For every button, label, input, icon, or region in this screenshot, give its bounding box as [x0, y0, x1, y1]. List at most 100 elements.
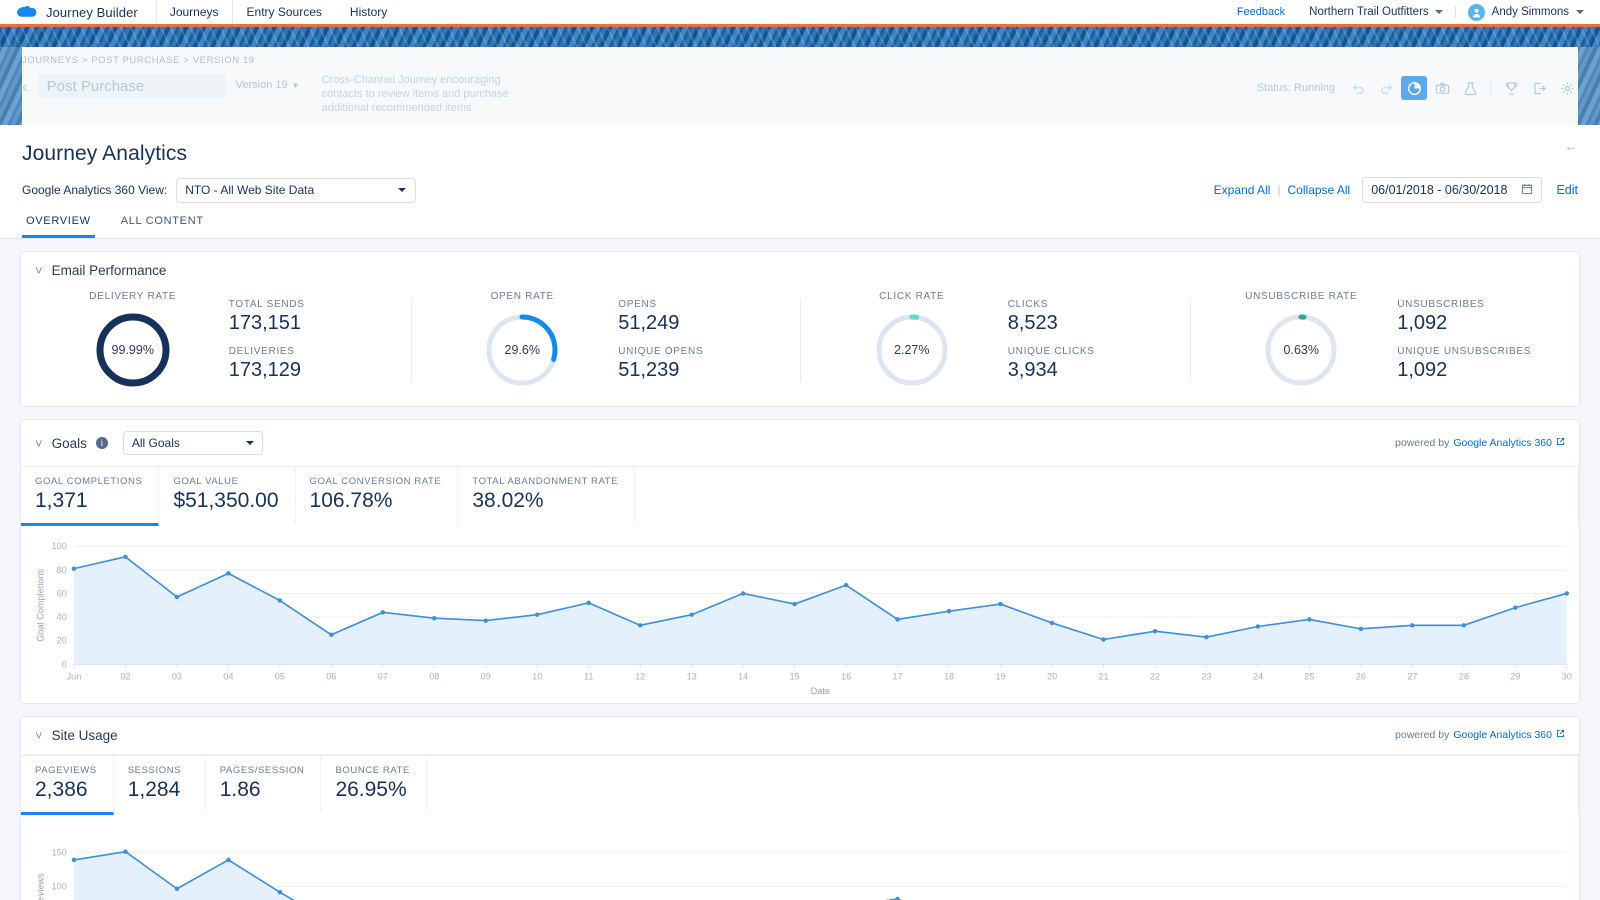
powered-by-text: powered by: [1395, 729, 1449, 741]
goals-chart: 020406080100Jun0203040506070809101112131…: [21, 536, 1579, 699]
undo-icon[interactable]: [1345, 76, 1371, 100]
nav-tab-journeys[interactable]: Journeys: [156, 0, 233, 24]
svg-text:06: 06: [326, 672, 336, 682]
nav-tab-history[interactable]: History: [336, 0, 401, 24]
info-icon[interactable]: i: [96, 437, 108, 449]
filter-bar: Google Analytics 360 View: NTO - All Web…: [0, 166, 1600, 203]
chevron-down-icon[interactable]: ˅: [35, 264, 43, 277]
kpi-sessions[interactable]: SESSIONS1,284: [114, 756, 206, 815]
ga-view-select[interactable]: NTO - All Web Site Data: [176, 178, 416, 203]
kpi-strip-spacer: [635, 467, 1579, 526]
kpi-label: GOAL COMPLETIONS: [35, 476, 142, 487]
kpi-goal-completions[interactable]: GOAL COMPLETIONS 1,371: [21, 467, 159, 526]
journey-description: Cross-Channel Journey encouraging contac…: [322, 74, 522, 115]
kpi-total-abandonment-rate[interactable]: TOTAL ABANDONMENT RATE 38.02%: [458, 467, 635, 526]
svg-text:16: 16: [841, 672, 851, 682]
stat-column: TOTAL SENDS173,151DELIVERIES173,129: [229, 291, 369, 382]
kpi-value: 26.95%: [335, 778, 410, 802]
test-icon[interactable]: [1457, 76, 1483, 100]
svg-text:03: 03: [172, 672, 182, 682]
stat-label: UNSUBSCRIBES: [1397, 299, 1537, 310]
tab-all-content[interactable]: ALL CONTENT: [117, 215, 208, 238]
svg-text:17: 17: [892, 672, 902, 682]
stat-value: 3,934: [1008, 359, 1148, 382]
stat-value: 51,249: [618, 312, 758, 335]
donut-value: 29.6%: [484, 312, 560, 388]
collapse-panel-arrow-icon[interactable]: ←: [1564, 138, 1578, 154]
donut-label: OPEN RATE: [491, 291, 554, 302]
kpi-pages-session[interactable]: PAGES/SESSION1.86: [206, 756, 322, 815]
svg-text:28: 28: [1459, 672, 1469, 682]
kpi-label: BOUNCE RATE: [335, 765, 410, 776]
google-analytics-360-link[interactable]: Google Analytics 360: [1453, 437, 1552, 449]
svg-text:0: 0: [62, 659, 67, 669]
svg-text:21: 21: [1098, 672, 1108, 682]
org-switcher[interactable]: Northern Trail Outfitters: [1297, 6, 1456, 18]
site-usage-title: Site Usage: [52, 728, 118, 743]
email-performance-header: ˅ Email Performance: [21, 252, 1579, 289]
svg-text:04: 04: [223, 672, 233, 682]
google-analytics-360-link[interactable]: Google Analytics 360: [1453, 729, 1552, 741]
analytics-icon[interactable]: [1401, 76, 1427, 100]
kpi-pageviews[interactable]: PAGEVIEWS 2,386: [21, 756, 114, 815]
tab-overview[interactable]: OVERVIEW: [22, 215, 95, 238]
user-menu[interactable]: Andy Simmons: [1456, 4, 1590, 21]
kpi-goal-conversion-rate[interactable]: GOAL CONVERSION RATE106.78%: [296, 467, 459, 526]
kpi-goal-value[interactable]: GOAL VALUE$51,350.00: [159, 467, 295, 526]
journey-header: JOURNEYS > POST PURCHASE > VERSION 19 ‹ …: [0, 47, 1600, 125]
svg-text:60: 60: [57, 588, 67, 598]
svg-text:150: 150: [52, 847, 67, 857]
back-chevron-icon[interactable]: ‹: [22, 74, 28, 95]
kpi-bounce-rate[interactable]: BOUNCE RATE 26.95%: [321, 756, 427, 815]
avatar: [1468, 4, 1485, 21]
email-metrics-row: DELIVERY RATE99.99%TOTAL SENDS173,151DEL…: [21, 289, 1579, 406]
svg-text:23: 23: [1201, 672, 1211, 682]
chevron-down-icon[interactable]: ˅: [35, 729, 43, 742]
collapse-all-link[interactable]: Collapse All: [1288, 183, 1351, 197]
donut-chart: 0.63%: [1263, 312, 1339, 388]
svg-text:22: 22: [1150, 672, 1160, 682]
version-selector[interactable]: Version 19 ▼: [236, 74, 300, 91]
svg-text:14: 14: [738, 672, 748, 682]
kpi-label: PAGES/SESSION: [220, 765, 305, 776]
goals-filter-select[interactable]: All Goals: [123, 431, 263, 455]
external-link-icon: [1556, 437, 1565, 449]
feedback-link[interactable]: Feedback: [1225, 6, 1297, 18]
analytics-tabs: OVERVIEW ALL CONTENT: [0, 203, 1600, 239]
edit-date-range-button[interactable]: Edit: [1556, 183, 1578, 197]
kpi-strip-spacer: [427, 756, 1579, 815]
goals-kpi-strip: GOAL COMPLETIONS 1,371 GOAL VALUE$51,350.0…: [21, 466, 1579, 526]
app-brand: Journey Builder: [0, 0, 156, 24]
kpi-label: TOTAL ABANDONMENT RATE: [472, 476, 618, 487]
stat-column: UNSUBSCRIBES1,092UNIQUE UNSUBSCRIBES1,09…: [1397, 291, 1537, 382]
goals-card: ˅ Goals i All Goals powered by Google An…: [20, 419, 1580, 704]
ga-view-value: NTO - All Web Site Data: [185, 183, 314, 197]
nav-tab-entry-sources[interactable]: Entry Sources: [233, 0, 336, 24]
stat-label: UNIQUE CLICKS: [1008, 346, 1148, 357]
kpi-value: 1,371: [35, 489, 142, 513]
stat-label: DELIVERIES: [229, 346, 369, 357]
snapshot-icon[interactable]: [1429, 76, 1455, 100]
donut-label: CLICK RATE: [879, 291, 944, 302]
donut-wrap: DELIVERY RATE99.99%: [63, 291, 203, 388]
site-usage-kpi-strip: PAGEVIEWS2,386SESSIONS1,284PAGES/SESSION…: [21, 755, 1579, 815]
stat-label: UNIQUE OPENS: [618, 346, 758, 357]
donut-wrap: CLICK RATE 2.27%: [842, 291, 982, 388]
expand-all-link[interactable]: Expand All: [1214, 183, 1271, 197]
redo-icon[interactable]: [1373, 76, 1399, 100]
date-range-picker[interactable]: 06/01/2018 - 06/30/2018: [1362, 177, 1542, 203]
app-title: Journey Builder: [46, 5, 138, 20]
stat-value: 1,092: [1397, 312, 1537, 335]
chevron-down-icon[interactable]: ˅: [35, 437, 43, 450]
kpi-label: PAGEVIEWS: [35, 765, 97, 776]
svg-text:15: 15: [790, 672, 800, 682]
journey-name-input[interactable]: Post Purchase: [38, 74, 226, 98]
kpi-value: 2,386: [35, 778, 97, 802]
export-icon[interactable]: [1526, 76, 1552, 100]
donut-value: 2.27%: [874, 312, 950, 388]
kpi-value: 1,284: [128, 778, 189, 802]
settings-gear-icon[interactable]: [1554, 76, 1580, 100]
stat-value: 173,151: [229, 312, 369, 335]
kpi-value: 38.02%: [472, 489, 618, 513]
goals-icon[interactable]: [1498, 76, 1524, 100]
